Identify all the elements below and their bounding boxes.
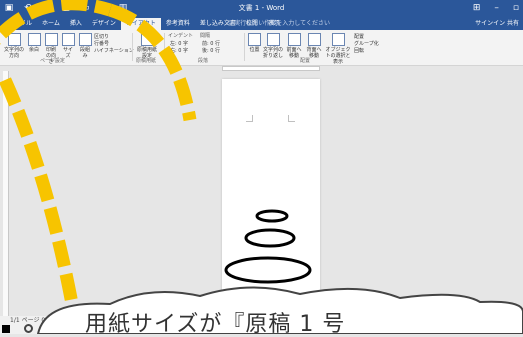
maximize-icon[interactable]: ▫	[513, 2, 519, 14]
indent-right-field[interactable]: 右: 0 字	[170, 48, 188, 54]
window-controls: ⊞ – ▫	[473, 2, 519, 14]
orientation-icon	[44, 33, 58, 46]
group-button[interactable]: グループ化	[354, 41, 379, 47]
window-title: 文書 1 - Word	[238, 4, 285, 12]
columns-icon	[78, 33, 92, 46]
text-direction-icon	[7, 33, 21, 46]
spacing-before-field[interactable]: 前: 0 行	[202, 41, 220, 47]
margins-button[interactable]: 余白	[27, 33, 41, 53]
align-button[interactable]: 配置	[354, 34, 364, 40]
position-button[interactable]: 位置	[248, 33, 261, 53]
group-label-paragraph: 段落	[198, 58, 209, 64]
account-signin[interactable]: サインイン 共有	[475, 18, 519, 30]
genkou-settings-button[interactable]: 原稿用紙設定	[136, 33, 158, 59]
bubble-caption: 用紙サイズが『原稿 1 号	[85, 312, 346, 337]
wrap-text-icon	[266, 33, 280, 46]
separator	[164, 33, 165, 61]
yellow-arc-left	[0, 77, 82, 322]
line-numbers-button[interactable]: 行番号	[94, 41, 109, 47]
spacing-label: 間隔	[200, 33, 211, 39]
ribbon-tabs: ファイル ホーム 挿入 デザイン レイアウト 参考資料 差し込み文書 校閲 表示…	[0, 18, 523, 30]
indent-label: インデント	[168, 33, 194, 39]
windows-start-icon[interactable]	[2, 325, 10, 333]
selection-pane-button[interactable]: オブジェクトの選択と表示	[325, 33, 351, 65]
selection-pane-icon	[331, 33, 345, 46]
indent-left-field[interactable]: 左: 0 字	[170, 41, 188, 47]
margin-mark	[246, 115, 253, 122]
send-backward-button[interactable]: 背面へ移動	[305, 33, 323, 59]
page-count: 1/1 ページ 0 文字	[10, 317, 60, 324]
horizontal-ruler[interactable]	[222, 66, 320, 71]
columns-button[interactable]: 段組み	[78, 33, 92, 59]
send-backward-icon	[307, 33, 321, 46]
rotate-button[interactable]: 回転	[354, 48, 364, 54]
group-label-page-setup: ページ設定	[40, 58, 65, 64]
title-bar: ▣ ↶ ↻ ▢ ▭ ▤ ▥ 文書 1 - Word ⊞ – ▫	[0, 0, 523, 18]
document-page[interactable]	[222, 79, 320, 316]
tell-me-search[interactable]: ♀ 実行したい作業を入力してください	[228, 18, 330, 30]
breaks-button[interactable]: 区切り	[94, 34, 109, 40]
bring-forward-icon	[287, 33, 301, 46]
wrap-text-button[interactable]: 文字列の折り返し	[263, 33, 283, 59]
vertical-ruler[interactable]	[3, 71, 9, 316]
hyphenation-button[interactable]: ハイフネーション	[94, 48, 134, 54]
spacing-after-field[interactable]: 後: 0 行	[202, 48, 220, 54]
size-icon	[61, 33, 75, 46]
margins-icon	[27, 33, 41, 46]
tab-file[interactable]: ファイル	[3, 18, 37, 30]
separator	[244, 33, 245, 61]
group-label-arrange: 配置	[300, 58, 311, 64]
bring-forward-button[interactable]: 前面へ移動	[285, 33, 303, 59]
tab-insert[interactable]: 挿入	[65, 18, 87, 30]
text-direction-button[interactable]: 文字列の方向	[4, 33, 24, 59]
ribbon: 文字列の方向 余白 印刷の向き サイズ 段組み 区切り 行番号 ハイフネーション…	[0, 30, 523, 66]
genkou-icon	[140, 33, 154, 46]
group-label-genkou: 原稿用紙	[136, 58, 157, 64]
minimize-icon[interactable]: –	[494, 2, 499, 14]
position-icon	[248, 33, 261, 46]
margin-mark	[288, 115, 295, 122]
tab-references[interactable]: 参考資料	[161, 18, 195, 30]
separator	[132, 33, 133, 61]
tab-design[interactable]: デザイン	[87, 18, 121, 30]
search-icon[interactable]	[24, 324, 33, 333]
ribbon-options-icon[interactable]: ⊞	[473, 2, 481, 14]
tab-layout[interactable]: レイアウト	[120, 18, 161, 30]
tab-home[interactable]: ホーム	[37, 18, 65, 30]
size-button[interactable]: サイズ	[61, 33, 75, 59]
